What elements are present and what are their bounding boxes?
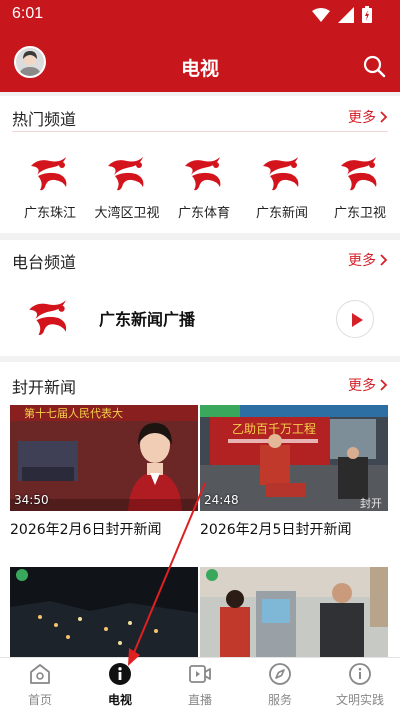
news-video-thumbnail[interactable] xyxy=(10,567,198,657)
news-video-thumbnail[interactable] xyxy=(200,567,388,657)
news-caption[interactable]: 2026年2月5日封开新闻 xyxy=(200,519,351,539)
tab-label: 首页 xyxy=(27,693,52,707)
guangdong-tv-logo-icon xyxy=(26,294,72,340)
guangdong-tv-logo-icon xyxy=(260,151,304,195)
radio-channels-title: 电台频道 xyxy=(12,253,77,272)
hot-channels-more-link[interactable]: 更多 xyxy=(348,107,388,127)
tv-screen: 6:01 电视 热门频道 更多 广东珠江 大湾区卫视 广东体育 广东新闻 广东卫… xyxy=(0,0,400,711)
info-icon xyxy=(349,663,371,685)
info-icon xyxy=(109,663,131,685)
svg-text:封开: 封开 xyxy=(360,496,382,510)
tab-label: 直播 xyxy=(187,693,212,707)
channel-item[interactable]: 广东新闻 xyxy=(244,151,320,221)
video-duration: 24:48 xyxy=(204,493,239,507)
video-duration: 34:50 xyxy=(14,493,49,507)
channel-label: 广东体育 xyxy=(177,206,230,221)
more-label: 更多 xyxy=(348,253,376,269)
channel-label: 广东卫视 xyxy=(333,206,386,221)
channel-label: 大湾区卫视 xyxy=(94,206,160,221)
channel-item[interactable]: 广东体育 xyxy=(166,151,242,221)
svg-text:乙助百千万工程: 乙助百千万工程 xyxy=(232,421,316,436)
guangdong-tv-logo-icon xyxy=(338,151,382,195)
radio-channels-section: 电台频道 更多 广东新闻广播 xyxy=(0,240,400,356)
tab-label: 文明实践 xyxy=(335,693,384,707)
news-more-link[interactable]: 更多 xyxy=(348,375,388,395)
hot-channels-title: 热门频道 xyxy=(12,110,77,129)
video-live-icon xyxy=(189,665,211,683)
status-time: 6:01 xyxy=(12,5,44,22)
news-title: 封开新闻 xyxy=(12,378,77,397)
chevron-right-icon xyxy=(380,379,388,391)
tab-home[interactable]: 首页 xyxy=(0,658,80,711)
chevron-right-icon xyxy=(380,254,388,266)
play-button[interactable] xyxy=(336,300,374,338)
wifi-icon xyxy=(312,7,330,22)
night-town-image xyxy=(10,567,198,657)
news-video-thumbnail[interactable]: 第十七届人民代表大 34:50 xyxy=(10,405,198,511)
channel-label: 广东新闻 xyxy=(255,206,308,221)
battery-icon xyxy=(362,6,372,23)
search-icon[interactable] xyxy=(362,54,386,78)
radio-station-name[interactable]: 广东新闻广播 xyxy=(99,306,195,330)
tab-label: 服务 xyxy=(267,693,292,707)
svg-text:第十七届人民代表大: 第十七届人民代表大 xyxy=(24,406,123,420)
hot-channels-section: 热门频道 更多 广东珠江 大湾区卫视 广东体育 广东新闻 广东卫视 xyxy=(0,96,400,233)
more-label: 更多 xyxy=(348,110,376,126)
tab-services[interactable]: 服务 xyxy=(240,658,320,711)
guangdong-tv-logo-icon xyxy=(182,151,226,195)
signal-icon xyxy=(338,6,354,23)
guangdong-tv-logo-icon xyxy=(28,151,72,195)
radio-channels-more-link[interactable]: 更多 xyxy=(348,250,388,270)
channel-item[interactable]: 广东卫视 xyxy=(322,151,398,221)
guangdong-tv-logo-icon xyxy=(105,151,149,195)
status-bar: 6:01 xyxy=(0,0,400,30)
bottom-tab-bar: 首页 电视 直播 服务 文明实践 xyxy=(0,657,400,711)
channel-label: 广东珠江 xyxy=(23,206,76,221)
service-machine-image xyxy=(200,567,388,657)
play-icon xyxy=(352,313,363,327)
tab-tv[interactable]: 电视 xyxy=(80,658,160,711)
app-header: 电视 xyxy=(0,30,400,92)
chevron-right-icon xyxy=(380,111,388,123)
tab-label: 电视 xyxy=(107,693,132,707)
status-icons xyxy=(312,6,372,23)
channel-item[interactable]: 大湾区卫视 xyxy=(89,151,165,221)
page-title: 电视 xyxy=(180,58,219,80)
channel-item[interactable]: 广东珠江 xyxy=(12,151,88,221)
tab-live[interactable]: 直播 xyxy=(160,658,240,711)
tab-civilization-practice[interactable]: 文明实践 xyxy=(320,658,400,711)
more-label: 更多 xyxy=(348,378,376,394)
compass-icon xyxy=(269,663,291,685)
news-section: 封开新闻 更多 第十七届人民代表大 34:50 2026年2月6日封开新闻 乙助… xyxy=(0,362,400,657)
section-divider xyxy=(12,131,388,132)
news-video-thumbnail[interactable]: 乙助百千万工程 封开 24:48 xyxy=(200,405,388,511)
news-caption[interactable]: 2026年2月6日封开新闻 xyxy=(10,519,161,539)
home-icon xyxy=(30,664,50,684)
